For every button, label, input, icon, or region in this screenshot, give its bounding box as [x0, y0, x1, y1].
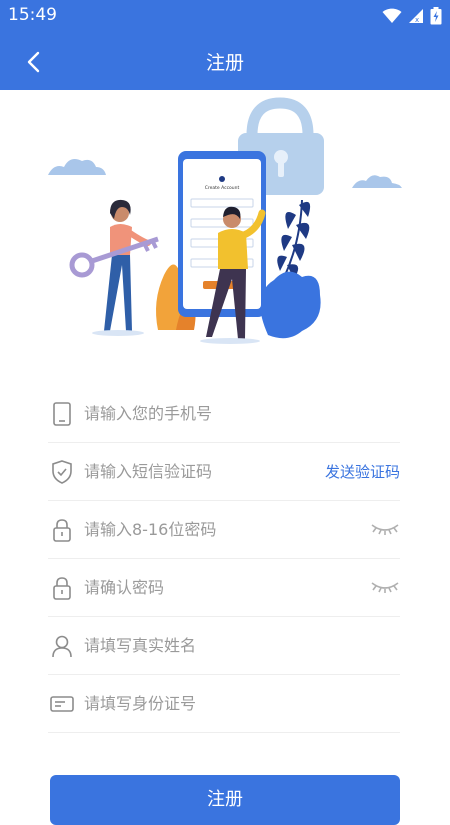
cloud-left [48, 159, 106, 175]
shield-check-icon [50, 459, 74, 484]
password-row [48, 501, 400, 559]
register-illustration: Create Account [48, 97, 402, 344]
lock-icon [50, 518, 74, 542]
register-button[interactable]: 注册 [50, 775, 400, 825]
eye-closed-icon[interactable] [370, 579, 400, 595]
id-number-input[interactable] [84, 694, 314, 713]
sms-code-row: 发送验证码 [48, 443, 400, 501]
id-card-row [48, 675, 400, 733]
cloud-right [352, 175, 402, 188]
phone-row [48, 385, 400, 443]
status-icons: x [382, 7, 442, 25]
phone-icon [50, 401, 74, 426]
sms-code-input[interactable] [84, 462, 314, 481]
page-title: 注册 [205, 52, 244, 74]
phone-input[interactable] [84, 404, 314, 423]
user-icon [50, 634, 74, 658]
lock-icon [50, 576, 74, 600]
status-bar: 15:49 x [0, 0, 450, 32]
signal-icon: x [409, 9, 423, 24]
battery-icon [430, 7, 442, 25]
confirm-password-row [48, 559, 400, 617]
wifi-icon [382, 8, 402, 23]
id-card-icon [50, 692, 74, 716]
confirm-password-input[interactable] [84, 578, 314, 597]
eye-closed-icon[interactable] [370, 521, 400, 537]
send-code-button[interactable]: 发送验证码 [325, 461, 400, 482]
real-name-input[interactable] [84, 636, 314, 655]
svg-text:x: x [415, 16, 419, 24]
app-bar: 注册 [0, 32, 450, 90]
woman-figure [69, 199, 159, 336]
register-form: 发送验证码 [48, 385, 400, 733]
password-input[interactable] [84, 520, 314, 539]
name-row [48, 617, 400, 675]
phone-screen-title: Create Account [205, 185, 240, 191]
status-time: 15:49 [8, 5, 57, 25]
